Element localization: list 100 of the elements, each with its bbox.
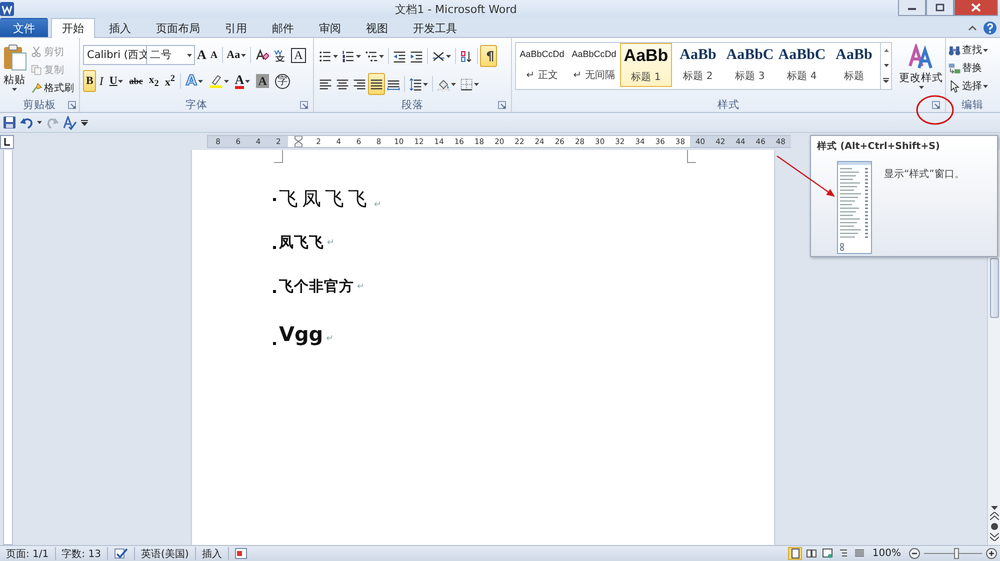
caret-icon: [918, 86, 924, 89]
font-color-button[interactable]: A: [232, 70, 254, 92]
file-tab[interactable]: 文件: [0, 18, 48, 37]
zoom-in-icon[interactable]: [986, 548, 997, 559]
undo-icon[interactable]: [20, 116, 33, 129]
style-item[interactable]: AaBbC 标题 3: [724, 43, 776, 87]
caret-icon: [983, 84, 988, 88]
previous-page-icon[interactable]: [990, 512, 998, 520]
group-label: 剪贴板: [23, 98, 56, 112]
language-indicator[interactable]: 英语(美国): [140, 546, 189, 560]
ribbon-tab[interactable]: 视图: [355, 18, 399, 37]
caret-icon: [333, 54, 338, 58]
numbered-list-icon: [342, 50, 355, 62]
superscript-button[interactable]: x$^{2}$: [162, 70, 178, 92]
caret-icon: [224, 80, 229, 82]
subscript-button[interactable]: x$_{2}$: [146, 70, 162, 92]
indent-marker-icon[interactable]: [294, 136, 303, 147]
dialog-launcher-icon[interactable]: [932, 101, 940, 109]
dialog-launcher-icon[interactable]: [498, 101, 506, 109]
ribbon-tab[interactable]: 插入: [98, 18, 142, 37]
page-indicator[interactable]: 页面: 1/1: [6, 546, 49, 560]
ribbon-tab[interactable]: 页面布局: [145, 18, 211, 37]
find-button[interactable]: 查找: [947, 41, 989, 59]
insert-mode-indicator[interactable]: 插入: [202, 546, 222, 560]
customize-icon[interactable]: [81, 120, 88, 126]
lines-icon: [854, 548, 865, 559]
enclosed-character-button[interactable]: 字: [272, 70, 293, 92]
change-case-button[interactable]: Aa: [224, 44, 248, 66]
style-item[interactable]: AaBbCcDd ↵ 无间隔: [568, 43, 620, 87]
dialog-launcher-icon[interactable]: [68, 101, 76, 109]
select-button[interactable]: 选择: [947, 77, 989, 95]
style-item[interactable]: AaBbCcDd ↵ 正文: [516, 43, 568, 87]
ribbon-tab[interactable]: 审阅: [308, 18, 352, 37]
bullet-mark: [273, 198, 276, 200]
format-painter-button[interactable]: 格式刷: [29, 79, 76, 97]
strikethrough-button[interactable]: abc: [126, 70, 146, 92]
scroll-down-icon[interactable]: [990, 506, 998, 510]
tab-stop-icon[interactable]: [0, 134, 14, 148]
shrink-font-button[interactable]: A: [208, 44, 220, 66]
font-size-field[interactable]: 二号: [147, 45, 195, 65]
paragraph-mark: ↵: [357, 282, 365, 292]
maximize-icon[interactable]: [926, 0, 954, 16]
ribbon-tab[interactable]: 开始: [51, 18, 95, 38]
minimize-icon[interactable]: [898, 0, 926, 16]
justify-button[interactable]: [368, 73, 385, 95]
web-layout-button[interactable]: [820, 547, 834, 560]
save-icon[interactable]: [3, 116, 16, 129]
reading-view-button[interactable]: [804, 547, 818, 560]
style-item[interactable]: AaBb 标题: [828, 43, 880, 87]
word-logo-icon[interactable]: [0, 2, 14, 16]
close-icon[interactable]: [954, 0, 998, 16]
replace-button[interactable]: 替换: [947, 59, 989, 77]
spelling-icon[interactable]: [63, 116, 77, 130]
caret-icon: [37, 121, 42, 124]
paragraph-mark: ↵: [374, 200, 382, 210]
bullet-mark: [273, 290, 276, 293]
caret-icon: [356, 54, 361, 58]
scroll-thumb[interactable]: [990, 258, 998, 318]
character-shading-button[interactable]: A: [253, 70, 272, 92]
paragraph-mark: ↵: [326, 334, 334, 344]
eraser-icon: [255, 48, 270, 62]
caret-icon: [446, 54, 451, 58]
cursor-icon: [948, 80, 961, 92]
page-icon: [790, 548, 801, 559]
next-page-icon[interactable]: [990, 533, 998, 541]
style-item[interactable]: AaBb 标题 2: [672, 43, 724, 87]
print-layout-button[interactable]: [788, 547, 802, 560]
browse-object-icon[interactable]: [990, 522, 998, 531]
window-title: 文档1 - Microsoft Word: [394, 2, 518, 16]
proofing-icon[interactable]: [114, 548, 128, 560]
grow-font-button[interactable]: A: [195, 44, 208, 66]
help-icon[interactable]: [983, 20, 997, 34]
style-item[interactable]: AaBbC 标题 4: [776, 43, 828, 87]
zoom-out-icon[interactable]: [909, 548, 920, 559]
style-item[interactable]: AaBb 标题 1: [620, 43, 672, 87]
show-marks-button[interactable]: [480, 45, 497, 67]
justify-icon: [370, 78, 383, 90]
bold-button[interactable]: B: [83, 70, 96, 92]
ribbon-tab[interactable]: 邮件: [261, 18, 305, 37]
borders-icon: [460, 78, 473, 90]
ribbon-tab[interactable]: 引用: [214, 18, 258, 37]
change-styles-button[interactable]: 更改样式: [896, 41, 946, 103]
slider-thumb[interactable]: [954, 548, 959, 559]
macro-record-icon[interactable]: [234, 548, 247, 559]
bullet-list-icon: [319, 50, 332, 62]
clipboard-icon: [2, 44, 26, 72]
word-count[interactable]: 字数: 13: [62, 546, 101, 560]
caret-icon: [245, 80, 250, 82]
underline-button[interactable]: U: [106, 70, 126, 92]
caret-icon: [241, 54, 246, 56]
distribute-icon: [387, 78, 400, 90]
dialog-launcher-icon[interactable]: [300, 101, 308, 109]
highlighter-icon: [208, 74, 223, 88]
collapse-ribbon-icon[interactable]: [968, 24, 977, 30]
italic-button[interactable]: I: [96, 70, 106, 92]
zoom-level[interactable]: 100%: [872, 548, 901, 559]
caret-icon: [12, 88, 17, 91]
ribbon-tab[interactable]: 开发工具: [402, 18, 468, 37]
caret-icon: [118, 80, 124, 82]
multilevel-list-icon: [365, 50, 378, 62]
